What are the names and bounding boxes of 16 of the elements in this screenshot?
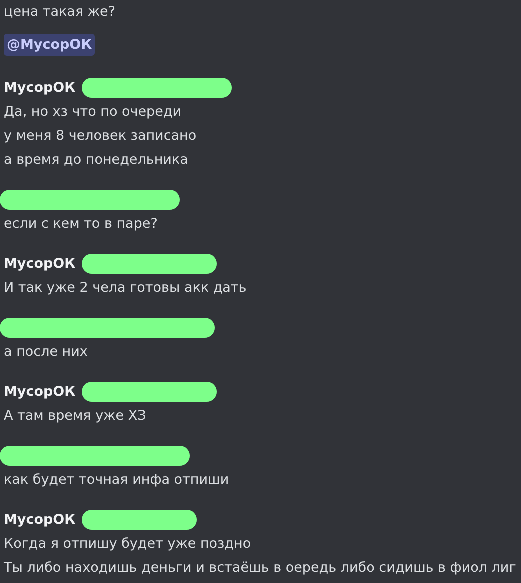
username[interactable]: МусорОК bbox=[4, 384, 76, 400]
username[interactable]: МусорОК bbox=[4, 256, 76, 272]
message-text: Да, но хз что по очереди bbox=[4, 103, 183, 122]
message-text: цена такая же? bbox=[4, 3, 116, 22]
message-text: И так уже 2 чела готовы акк дать bbox=[4, 279, 248, 298]
message-text: Когда я отпишу будет уже поздно bbox=[4, 535, 252, 554]
message-text: а после них bbox=[4, 343, 89, 362]
message-text: а время до понедельника bbox=[4, 151, 190, 170]
message-text: как будет точная инфа отпиши bbox=[4, 471, 230, 490]
username[interactable]: МусорОК bbox=[4, 512, 76, 528]
message-text: Ты либо находишь деньги и встаёшь в оередь либо сидишь в фиол лиг bbox=[4, 559, 517, 578]
message-text: если с кем то в паре? bbox=[4, 215, 159, 234]
user-mention[interactable]: @МусорОК bbox=[4, 34, 96, 56]
message-text: у меня 8 человек записано bbox=[4, 127, 198, 146]
username[interactable]: МусорОК bbox=[4, 80, 76, 96]
message-text: А там время уже ХЗ bbox=[4, 407, 148, 426]
